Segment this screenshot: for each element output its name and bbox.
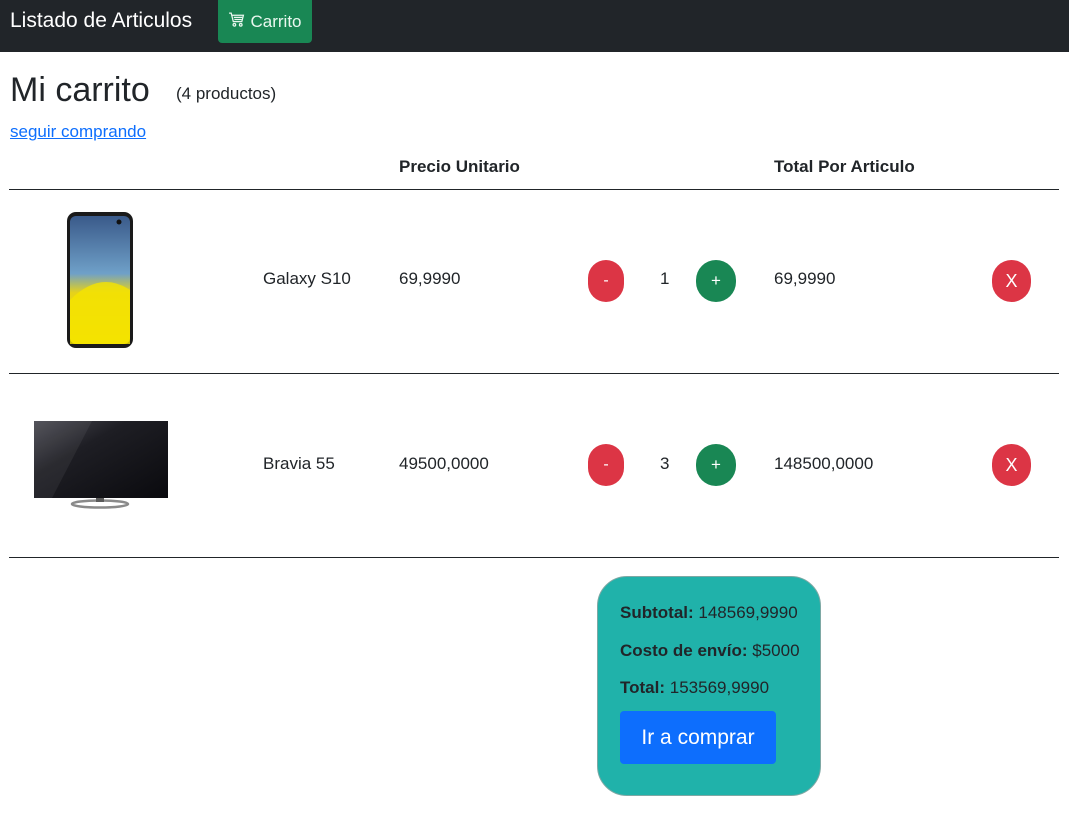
row-unit-price: 49500,0000	[399, 454, 489, 473]
row-item-total: 148500,0000	[774, 454, 874, 473]
page-title: Mi carrito	[10, 71, 150, 109]
navbar: Listado de Articulos Carrito	[0, 0, 1069, 52]
row-item-total: 69,9990	[774, 269, 836, 288]
row-unit-price: 69,9990	[399, 269, 461, 288]
shipping-label: Costo de envío:	[620, 641, 748, 660]
phone-image	[30, 205, 170, 355]
table-row: Bravia 55 49500,0000 - 3 + 148500,0000 X	[0, 373, 1069, 557]
remove-item-button[interactable]: X	[992, 260, 1031, 302]
remove-item-button[interactable]: X	[992, 444, 1031, 486]
subtotal-line: Subtotal: 148569,9990	[620, 603, 798, 623]
cart-button-label: Carrito	[250, 11, 302, 31]
subtotal-label: Subtotal:	[620, 603, 694, 622]
total-line: Total: 153569,9990	[620, 678, 769, 698]
row-product-name: Bravia 55	[263, 454, 335, 473]
navbar-brand[interactable]: Listado de Articulos	[10, 8, 192, 34]
header-unit-price: Precio Unitario	[399, 157, 520, 176]
row-divider	[9, 557, 1059, 558]
continue-shopping-link[interactable]: seguir comprando	[10, 122, 146, 142]
decrease-quantity-button[interactable]: -	[588, 444, 624, 486]
total-label: Total:	[620, 678, 666, 697]
row-product-name: Galaxy S10	[263, 269, 351, 288]
decrease-quantity-button[interactable]: -	[588, 260, 624, 302]
product-count: (4 productos)	[176, 84, 277, 103]
tv-image	[30, 389, 170, 539]
shipping-value: $5000	[752, 641, 800, 660]
cart-icon	[228, 11, 245, 33]
order-summary-card: Subtotal: 148569,9990 Costo de envío: $5…	[597, 576, 821, 796]
cart-button[interactable]: Carrito	[218, 0, 312, 43]
checkout-button[interactable]: Ir a comprar	[620, 711, 776, 764]
increase-quantity-button[interactable]: +	[696, 260, 736, 302]
row-quantity: 1	[660, 269, 670, 288]
table-row: Galaxy S10 69,9990 - 1 + 69,9990 X	[0, 189, 1069, 373]
row-quantity: 3	[660, 454, 670, 473]
shipping-line: Costo de envío: $5000	[620, 641, 800, 661]
increase-quantity-button[interactable]: +	[696, 444, 736, 486]
header-item-total: Total Por Articulo	[774, 157, 915, 176]
total-value: 153569,9990	[669, 678, 770, 697]
subtotal-value: 148569,9990	[698, 603, 798, 622]
